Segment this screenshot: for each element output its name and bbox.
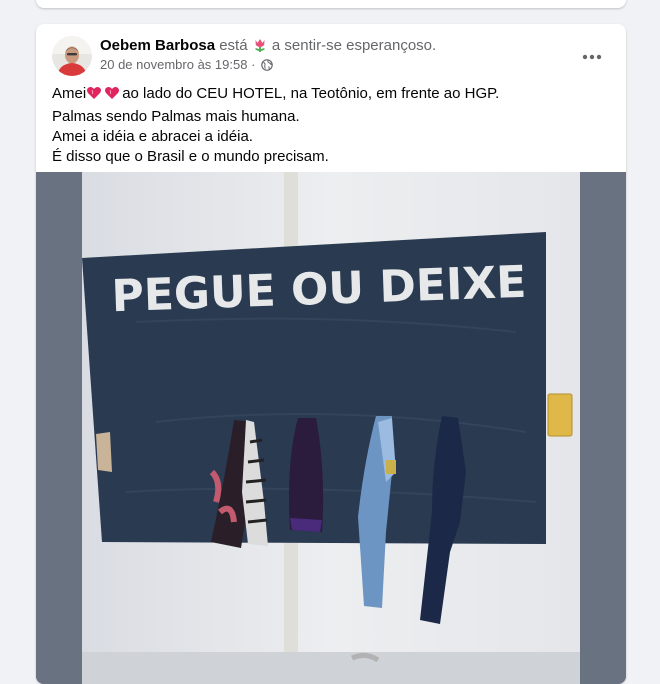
more-dots-icon bbox=[582, 47, 602, 65]
post-line-3: Amei a idéia e abracei a idéia. bbox=[52, 128, 253, 145]
previous-post-card bbox=[36, 0, 626, 8]
feeling-text[interactable]: a sentir-se esperançoso. bbox=[272, 37, 436, 54]
author-name[interactable]: Oebem Barbosa bbox=[100, 37, 215, 54]
author-line: Oebem Barbosa está a sentir-se esperanço… bbox=[100, 37, 436, 58]
more-options-button[interactable] bbox=[574, 38, 610, 74]
author-avatar[interactable] bbox=[52, 36, 92, 76]
post-line-4: É disso que o Brasil e o mundo precisam. bbox=[52, 148, 329, 165]
globe-icon[interactable] bbox=[261, 59, 273, 75]
feeling-verb: está bbox=[219, 37, 248, 54]
post-meta: 20 de novembro às 19:58 · bbox=[100, 57, 273, 75]
heart-emoji-icon bbox=[86, 85, 122, 107]
post-line-1: Amei ao lado do CEU HOTEL, na Teotônio, … bbox=[52, 84, 612, 107]
feed-post: Oebem Barbosa está a sentir-se esperanço… bbox=[36, 24, 626, 684]
tulip-emoji-icon bbox=[252, 37, 268, 58]
page-scrollbar[interactable] bbox=[652, 0, 660, 676]
post-photo[interactable]: PEGUE OU DEIXE bbox=[36, 172, 626, 684]
post-body: Amei ao lado do CEU HOTEL, na Teotônio, … bbox=[52, 84, 612, 167]
post-timestamp[interactable]: 20 de novembro às 19:58 bbox=[100, 57, 247, 72]
post-line-2: Palmas sendo Palmas mais humana. bbox=[52, 108, 300, 125]
